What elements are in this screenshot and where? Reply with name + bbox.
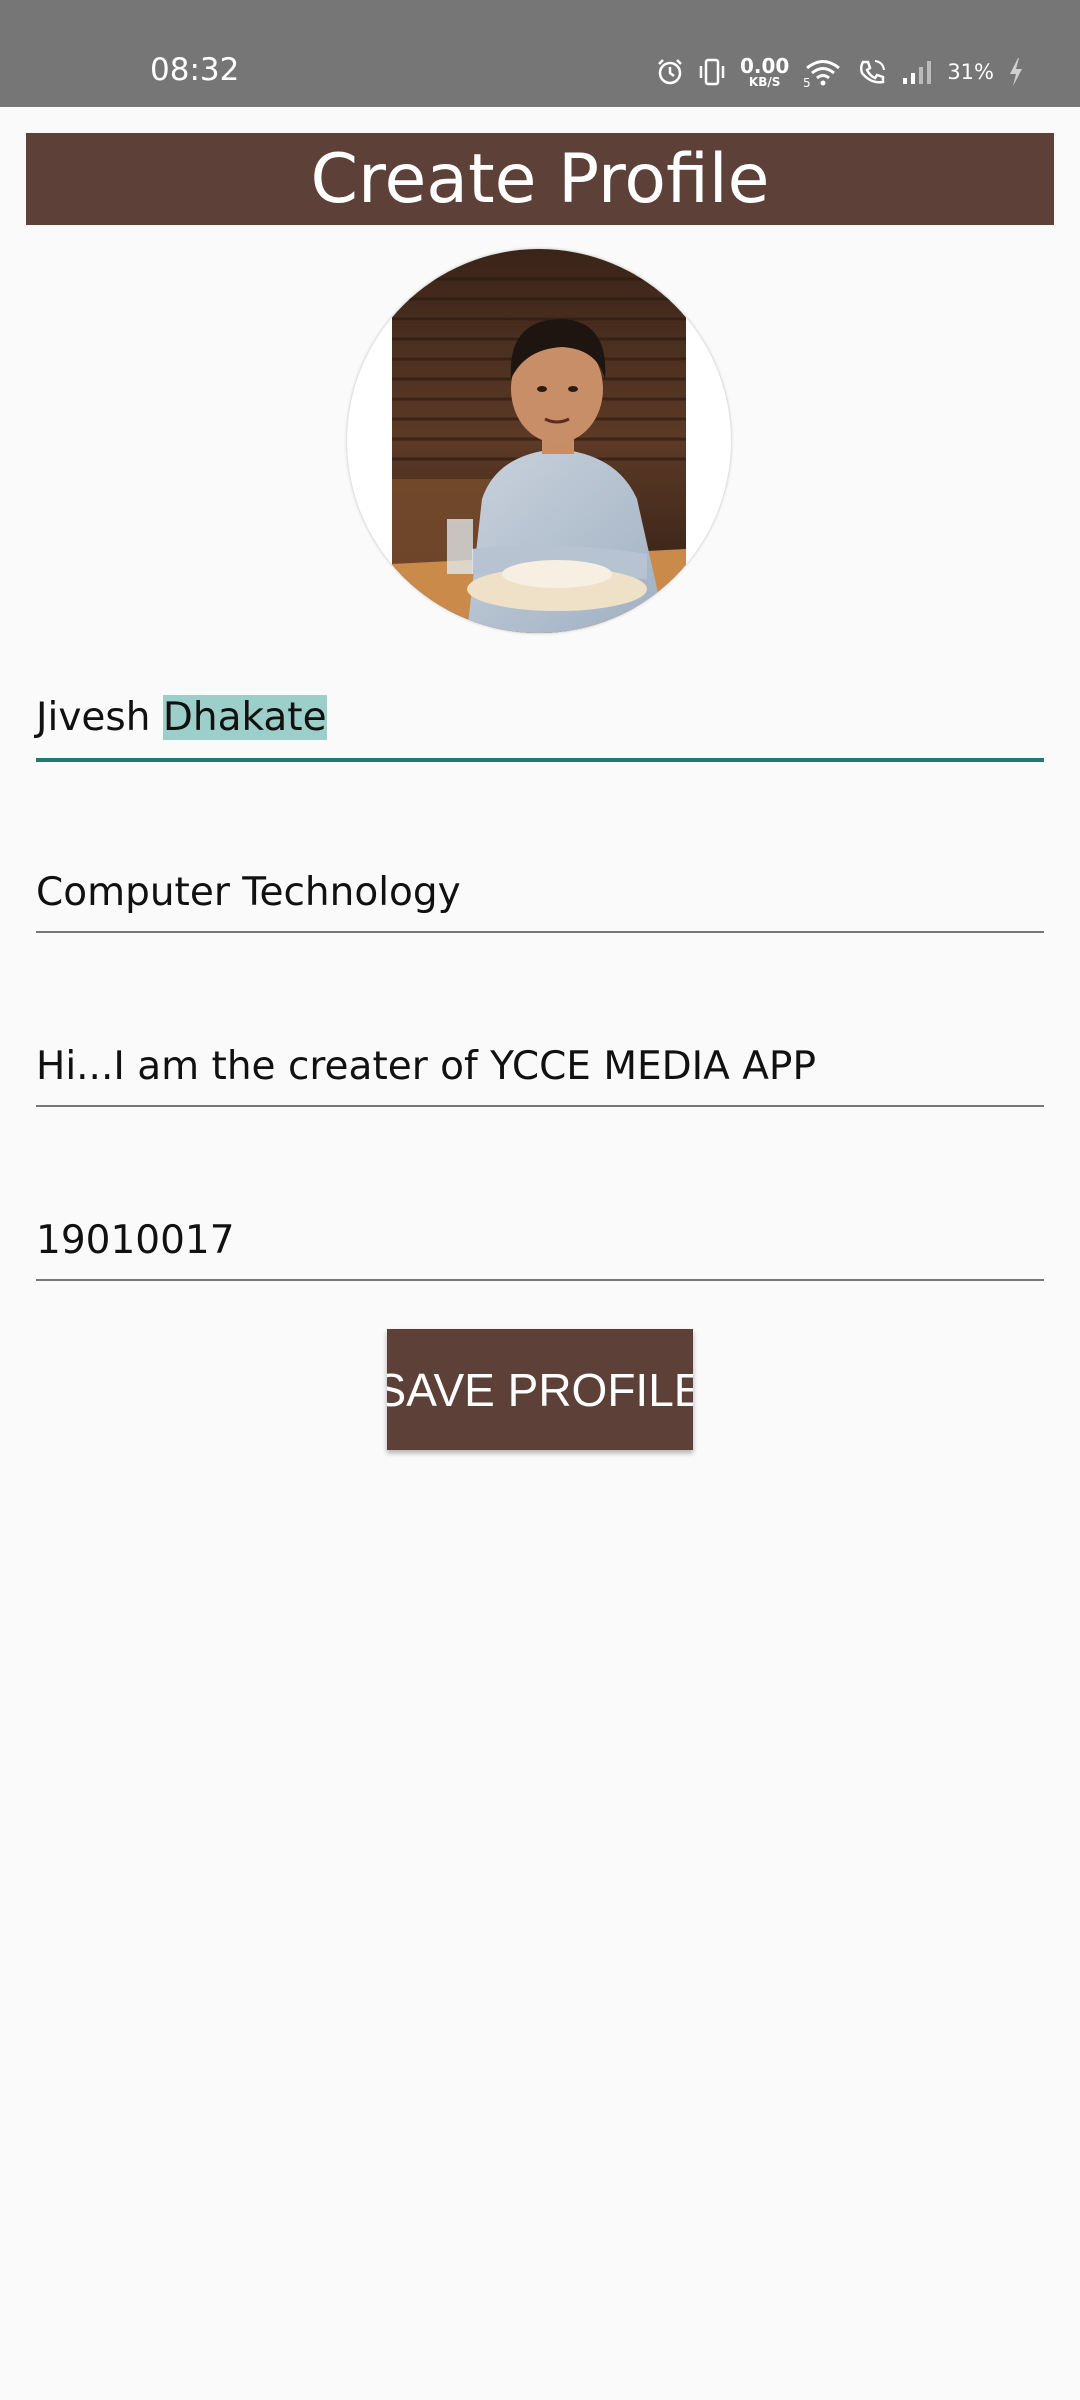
department-field[interactable]: Computer Technology — [36, 863, 1044, 933]
wifi-icon: 5 — [803, 57, 843, 87]
bio-input[interactable]: Hi...I am the creater of YCCE MEDIA APP — [36, 1037, 1044, 1097]
id-field-underline — [36, 1279, 1044, 1281]
status-icons: 0.00 KB/S 5 31% — [656, 50, 1024, 94]
name-first-part: Jivesh — [36, 695, 151, 740]
avatar[interactable] — [347, 249, 731, 633]
name-input[interactable]: Jivesh Dhakate — [36, 688, 1044, 748]
save-profile-button[interactable]: SAVE PROFILE — [387, 1329, 693, 1450]
header-bar: Create Profile — [26, 133, 1054, 225]
page-title: Create Profile — [310, 139, 770, 219]
name-selected-text: Dhakate — [162, 695, 327, 740]
bio-field[interactable]: Hi...I am the creater of YCCE MEDIA APP — [36, 1037, 1044, 1107]
vibrate-icon — [698, 57, 726, 87]
alarm-icon — [656, 58, 684, 86]
bio-field-underline — [36, 1105, 1044, 1107]
wifi-calling-icon — [857, 57, 887, 87]
name-field[interactable]: Jivesh Dhakate — [36, 688, 1044, 762]
status-time: 08:32 — [150, 52, 240, 88]
net-speed-unit: KB/S — [748, 75, 781, 89]
battery-charging-icon — [1008, 57, 1024, 87]
battery-percent: 31% — [947, 60, 994, 84]
department-field-underline — [36, 931, 1044, 933]
net-speed: 0.00 KB/S — [740, 56, 789, 88]
net-speed-value: 0.00 — [739, 54, 790, 78]
name-field-underline — [36, 758, 1044, 762]
department-input[interactable]: Computer Technology — [36, 863, 1044, 923]
svg-text:5: 5 — [803, 76, 811, 87]
signal-icon — [901, 59, 933, 85]
id-field[interactable]: 19010017 — [36, 1211, 1044, 1281]
status-bar: 08:32 0.00 KB/S 5 31% — [0, 0, 1080, 107]
id-input[interactable]: 19010017 — [36, 1211, 1044, 1271]
profile-photo — [392, 249, 686, 633]
